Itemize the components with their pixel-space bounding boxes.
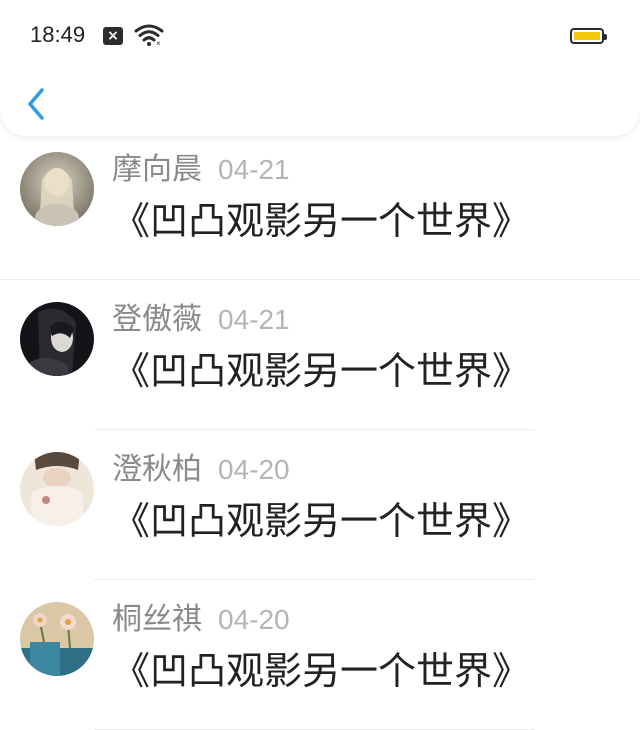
comment-meta: 登傲薇 04-21 [112,294,290,338]
svg-text:×: × [156,39,161,47]
list-item[interactable]: 摩向晨 04-21 《凹凸观影另一个世界》 [0,130,640,280]
comment-list: 摩向晨 04-21 《凹凸观影另一个世界》 登傲薇 04-21 《凹凸观影另一个世界… [0,130,640,730]
comment-text: 《凹凸观影另一个世界》 [112,499,531,543]
author-name: 桐丝祺 [112,602,202,637]
comment-date: 04-20 [218,604,290,635]
comment-meta: 澄秋柏 04-20 [112,444,290,488]
wifi-icon: × [134,24,164,47]
comment-text: 《凹凸观影另一个世界》 [112,199,531,243]
chevron-left-icon [28,88,44,120]
list-item[interactable]: 登傲薇 04-21 《凹凸观影另一个世界》 [0,280,640,430]
comment-meta: 桐丝祺 04-20 [112,594,290,638]
avatar-image [20,602,94,676]
comment-text: 《凹凸观影另一个世界》 [112,649,531,693]
comment-date: 04-21 [218,154,290,185]
comment-meta: 摩向晨 04-21 [112,144,290,188]
avatar[interactable] [20,152,94,226]
battery-icon [570,28,607,44]
avatar[interactable] [20,602,94,676]
author-name: 摩向晨 [112,152,202,187]
status-time: 18:49 [30,22,86,47]
list-item[interactable]: 澄秋柏 04-20 《凹凸观影另一个世界》 [0,430,640,580]
avatar-image [20,152,94,226]
author-name: 澄秋柏 [112,452,202,487]
comment-date: 04-21 [218,304,290,335]
avatar[interactable] [20,302,94,376]
comment-date: 04-20 [218,454,290,485]
x-notification-icon: × [103,27,123,45]
battery-fill [574,32,600,40]
status-bar: 18:49 × × [0,0,640,72]
back-button[interactable] [20,84,56,124]
avatar-image [20,302,94,376]
comment-text: 《凹凸观影另一个世界》 [112,349,531,393]
author-name: 登傲薇 [112,302,202,337]
list-item[interactable]: 桐丝祺 04-20 《凹凸观影另一个世界》 [0,580,640,730]
avatar[interactable] [20,452,94,526]
avatar-image [20,452,94,526]
top-header: 18:49 × × [0,0,640,136]
